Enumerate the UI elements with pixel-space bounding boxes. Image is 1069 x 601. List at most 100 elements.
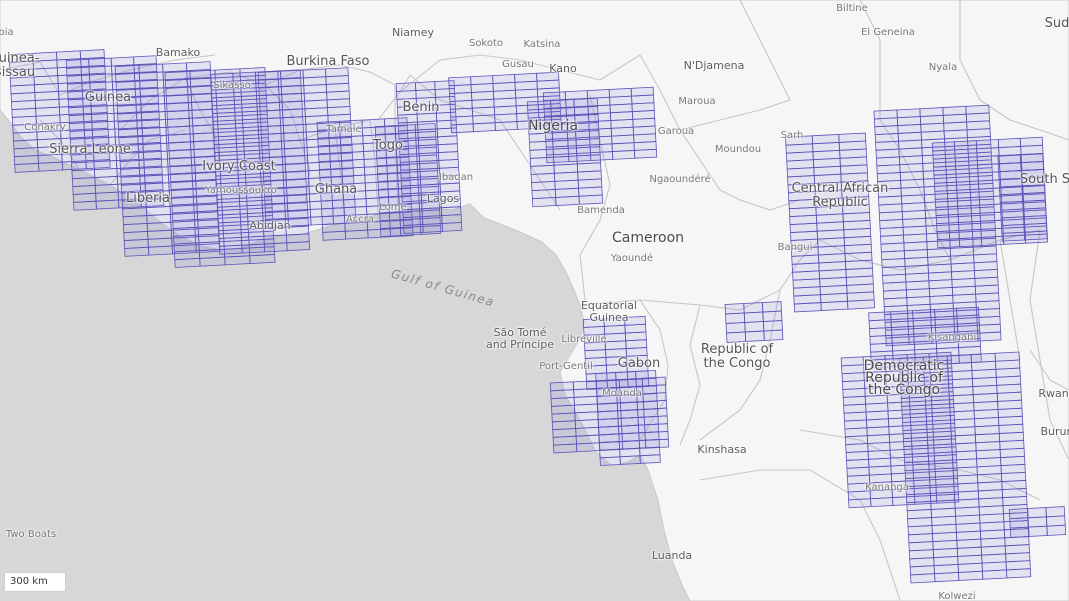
footprint-tile[interactable]	[975, 300, 1000, 311]
footprint-tile[interactable]	[876, 164, 901, 175]
footprint-tile[interactable]	[934, 572, 960, 583]
footprint-tile[interactable]	[344, 229, 369, 240]
footprint-tile[interactable]	[977, 331, 1002, 342]
footprint-tile[interactable]	[763, 329, 784, 341]
footprint-tile[interactable]	[638, 431, 660, 441]
footprint-tile[interactable]	[955, 164, 979, 175]
footprint-tile[interactable]	[977, 171, 1001, 182]
footprint-tile[interactable]	[971, 360, 997, 371]
footprint-tile[interactable]	[929, 475, 955, 486]
footprint-tile[interactable]	[744, 330, 765, 342]
footprint-tile[interactable]	[1020, 161, 1044, 171]
footprint-tile[interactable]	[958, 570, 984, 581]
footprint-tile[interactable]	[1027, 507, 1047, 519]
footprint-tile[interactable]	[899, 163, 924, 173]
footprint-tile[interactable]	[977, 163, 1001, 174]
footprint-tile[interactable]	[965, 112, 991, 123]
footprint-tile[interactable]	[1005, 568, 1032, 579]
footprint-tile[interactable]	[977, 179, 1002, 190]
footprint-tile[interactable]	[73, 200, 97, 211]
footprint-tile[interactable]	[900, 186, 925, 197]
footprint-tile[interactable]	[234, 110, 259, 121]
footprint-tile[interactable]	[635, 370, 657, 380]
footprint-tile[interactable]	[898, 139, 923, 150]
footprint-tile[interactable]	[997, 162, 1022, 173]
footprint-tile[interactable]	[761, 301, 782, 313]
footprint-tile[interactable]	[38, 161, 64, 172]
footprint-tile[interactable]	[637, 416, 659, 426]
footprint-tile[interactable]	[906, 501, 932, 512]
footprint-tile[interactable]	[639, 454, 661, 464]
footprint-tile[interactable]	[397, 121, 419, 132]
footprint-tile[interactable]	[743, 302, 764, 314]
footprint-tile[interactable]	[950, 426, 976, 437]
footprint-tile[interactable]	[910, 573, 936, 584]
footprint-tile[interactable]	[213, 143, 238, 153]
footprint-tile[interactable]	[744, 321, 765, 333]
footprint-tile[interactable]	[216, 205, 241, 216]
footprint-tile[interactable]	[933, 563, 959, 575]
footprint-tile[interactable]	[224, 255, 251, 266]
footprint-tile[interactable]	[956, 196, 981, 207]
footprint-tile[interactable]	[414, 81, 436, 91]
footprint-tile[interactable]	[419, 159, 440, 170]
footprint-tile[interactable]	[904, 256, 929, 267]
footprint-tile[interactable]	[1009, 517, 1029, 529]
footprint-tile[interactable]	[933, 173, 957, 184]
footprint-tile[interactable]	[218, 244, 243, 255]
footprint-tile[interactable]	[199, 256, 226, 267]
footprint-tile[interactable]	[215, 174, 239, 185]
footprint-tile[interactable]	[1021, 192, 1046, 202]
footprint-tile[interactable]	[999, 193, 1024, 203]
footprint-tile[interactable]	[901, 404, 927, 415]
footprint-tile[interactable]	[617, 417, 639, 427]
footprint-tile[interactable]	[762, 310, 783, 322]
footprint-tile[interactable]	[450, 123, 474, 134]
footprint-tile[interactable]	[926, 427, 952, 438]
footprint-tile[interactable]	[141, 126, 167, 137]
footprint-tile[interactable]	[976, 323, 1002, 334]
footprint-tile[interactable]	[376, 156, 398, 167]
footprint-tile[interactable]	[873, 117, 899, 128]
footprint-tile[interactable]	[972, 384, 998, 395]
footprint-tile[interactable]	[218, 236, 243, 247]
footprint-tile[interactable]	[936, 238, 961, 249]
footprint-tile[interactable]	[240, 235, 265, 246]
footprint-tile[interactable]	[584, 349, 607, 359]
footprint-tile[interactable]	[957, 204, 981, 215]
map-canvas[interactable]: Guinea-Bissau Bamako Niamey Sokoto Katsina Bi…	[0, 0, 1069, 601]
footprint-tile[interactable]	[399, 160, 421, 171]
footprint-tile[interactable]	[598, 433, 620, 443]
footprint-tile[interactable]	[931, 141, 956, 152]
footprint-tile[interactable]	[870, 497, 894, 508]
footprint-tile[interactable]	[978, 195, 1003, 206]
footprint-tile[interactable]	[933, 165, 957, 176]
footprint-tile[interactable]	[982, 569, 1008, 580]
footprint-tile[interactable]	[954, 498, 980, 509]
footprint-tile[interactable]	[124, 246, 150, 257]
footprint-tile[interactable]	[417, 136, 439, 147]
footprint-tile[interactable]	[973, 253, 998, 264]
footprint-tile[interactable]	[1045, 506, 1066, 518]
footprint-tile[interactable]	[930, 499, 956, 510]
footprint-tile[interactable]	[139, 79, 165, 90]
footprint-tile[interactable]	[903, 452, 930, 463]
footprint-tile[interactable]	[725, 312, 746, 324]
footprint-tile[interactable]	[1000, 471, 1027, 483]
footprint-tile[interactable]	[975, 449, 1001, 460]
footprint-tile[interactable]	[905, 280, 930, 291]
footprint-tile[interactable]	[403, 224, 424, 234]
footprint-tile[interactable]	[377, 172, 399, 182]
footprint-tile[interactable]	[875, 140, 900, 151]
footprint-tile[interactable]	[881, 258, 906, 268]
footprint-tile[interactable]	[603, 324, 626, 335]
footprint-tile[interactable]	[377, 180, 399, 190]
footprint-tile[interactable]	[974, 425, 1000, 436]
footprint-tile[interactable]	[144, 174, 170, 185]
footprint-tile[interactable]	[438, 158, 459, 169]
footprint-tile[interactable]	[949, 402, 975, 413]
footprint-tile[interactable]	[1027, 516, 1048, 528]
footprint-tile[interactable]	[1023, 230, 1048, 241]
footprint-tile[interactable]	[421, 207, 443, 218]
footprint-tile[interactable]	[726, 331, 747, 343]
